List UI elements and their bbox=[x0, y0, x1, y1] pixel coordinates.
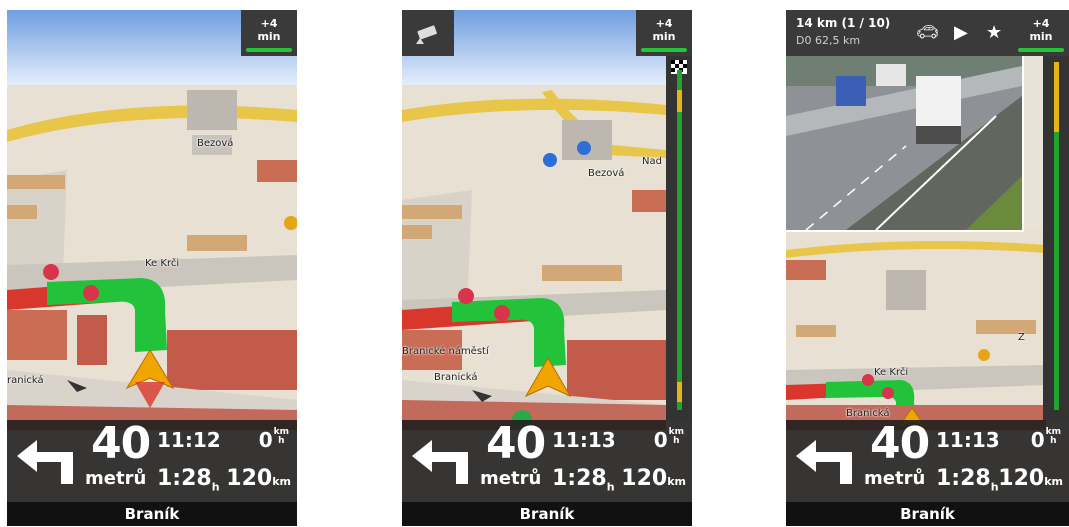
delay-indicator[interactable]: +4 min bbox=[1013, 10, 1069, 56]
delay-indicator[interactable]: +4 min bbox=[241, 10, 297, 56]
remaining-distance: 120km bbox=[621, 466, 686, 491]
nav-info-panel[interactable]: 40 metrů 11:13 1:28h 0km h 120km Braník bbox=[402, 418, 692, 526]
car-icon[interactable]: 🚗︎ bbox=[916, 22, 939, 43]
delay-unit: min bbox=[1029, 30, 1053, 43]
arrival-time: 11:13 bbox=[936, 428, 1000, 452]
camera-location-subtitle: D0 62,5 km bbox=[796, 34, 861, 47]
route-progress-bar[interactable] bbox=[1043, 56, 1069, 420]
route-progress-bar[interactable] bbox=[666, 56, 692, 420]
current-speed: 0km h bbox=[653, 427, 684, 453]
map-label-street: Nad bbox=[642, 156, 662, 167]
route-remaining-line bbox=[677, 70, 682, 410]
star-icon[interactable]: ★ bbox=[986, 22, 1002, 43]
delay-unit: min bbox=[257, 30, 281, 43]
turn-left-icon bbox=[412, 440, 468, 484]
map-label-street: Ke Krči bbox=[874, 367, 909, 378]
speed-camera-button[interactable] bbox=[402, 10, 454, 56]
map-label-street: Z bbox=[1018, 332, 1025, 343]
current-speed: 0km h bbox=[258, 427, 289, 453]
remaining-distance: 120km bbox=[226, 466, 291, 491]
play-icon[interactable]: ▶ bbox=[954, 22, 968, 43]
arrival-time: 11:13 bbox=[552, 428, 616, 452]
delay-bar bbox=[1018, 48, 1064, 52]
camera-position-title: 14 km (1 / 10) bbox=[796, 16, 891, 30]
street-name: Braník bbox=[786, 502, 1069, 526]
arrival-time: 11:12 bbox=[157, 428, 221, 452]
distance-unit: metrů bbox=[864, 468, 926, 489]
maneuver-distance: 40 bbox=[870, 418, 930, 469]
nav-info-panel[interactable]: 40 metrů 11:12 1:28h 0km h 120km Braník bbox=[7, 418, 297, 526]
screen-1: Bezová Ke Krči ranická +4 min 40 metrů 1… bbox=[7, 10, 297, 526]
remaining-time: 1:28h bbox=[552, 466, 615, 494]
map-label-street: Branická bbox=[434, 372, 478, 383]
street-name: Braník bbox=[402, 502, 692, 526]
current-speed: 0km h bbox=[1030, 427, 1061, 453]
route-delay-segment bbox=[677, 382, 682, 402]
street-name: Braník bbox=[7, 502, 297, 526]
turn-left-icon bbox=[796, 440, 852, 484]
delay-value: +4 bbox=[655, 17, 673, 30]
speed-camera-icon bbox=[416, 25, 437, 44]
map-label-street: Bezová bbox=[197, 138, 234, 149]
traffic-camera-view[interactable] bbox=[786, 56, 1024, 232]
delay-unit: min bbox=[652, 30, 676, 43]
remaining-time: 1:28h bbox=[157, 466, 220, 494]
remaining-time: 1:28h bbox=[936, 466, 999, 494]
remaining-distance: 120km bbox=[998, 466, 1063, 491]
route-delay-segment bbox=[677, 90, 682, 112]
map-label-street: Bezová bbox=[588, 168, 625, 179]
traffic-camera-header[interactable]: 14 km (1 / 10) D0 62,5 km 🚗︎ ▶ ★ bbox=[786, 10, 1013, 56]
turn-left-icon bbox=[17, 440, 73, 484]
traffic-camera-image bbox=[786, 56, 1022, 230]
map-label-street: Branické náměstí bbox=[402, 346, 489, 357]
distance-unit: metrů bbox=[480, 468, 542, 489]
delay-value: +4 bbox=[260, 17, 278, 30]
screen-3: 14 km (1 / 10) D0 62,5 km 🚗︎ ▶ ★ Ke Krči… bbox=[786, 10, 1069, 526]
delay-bar bbox=[641, 48, 687, 52]
distance-unit: metrů bbox=[85, 468, 147, 489]
delay-bar bbox=[246, 48, 292, 52]
screen-2: Bezová Nad Branické náměstí Branická +4 … bbox=[402, 10, 692, 526]
delay-indicator[interactable]: +4 min bbox=[636, 10, 692, 56]
maneuver-distance: 40 bbox=[91, 418, 151, 469]
map-label-street: Ke Krči bbox=[145, 258, 180, 269]
delay-value: +4 bbox=[1032, 17, 1050, 30]
nav-info-panel[interactable]: 40 metrů 11:13 1:28h 0km h 120km Braník bbox=[786, 418, 1069, 526]
maneuver-distance: 40 bbox=[486, 418, 546, 469]
route-delay-segment bbox=[1054, 62, 1059, 132]
map-label-street: ranická bbox=[7, 375, 44, 386]
